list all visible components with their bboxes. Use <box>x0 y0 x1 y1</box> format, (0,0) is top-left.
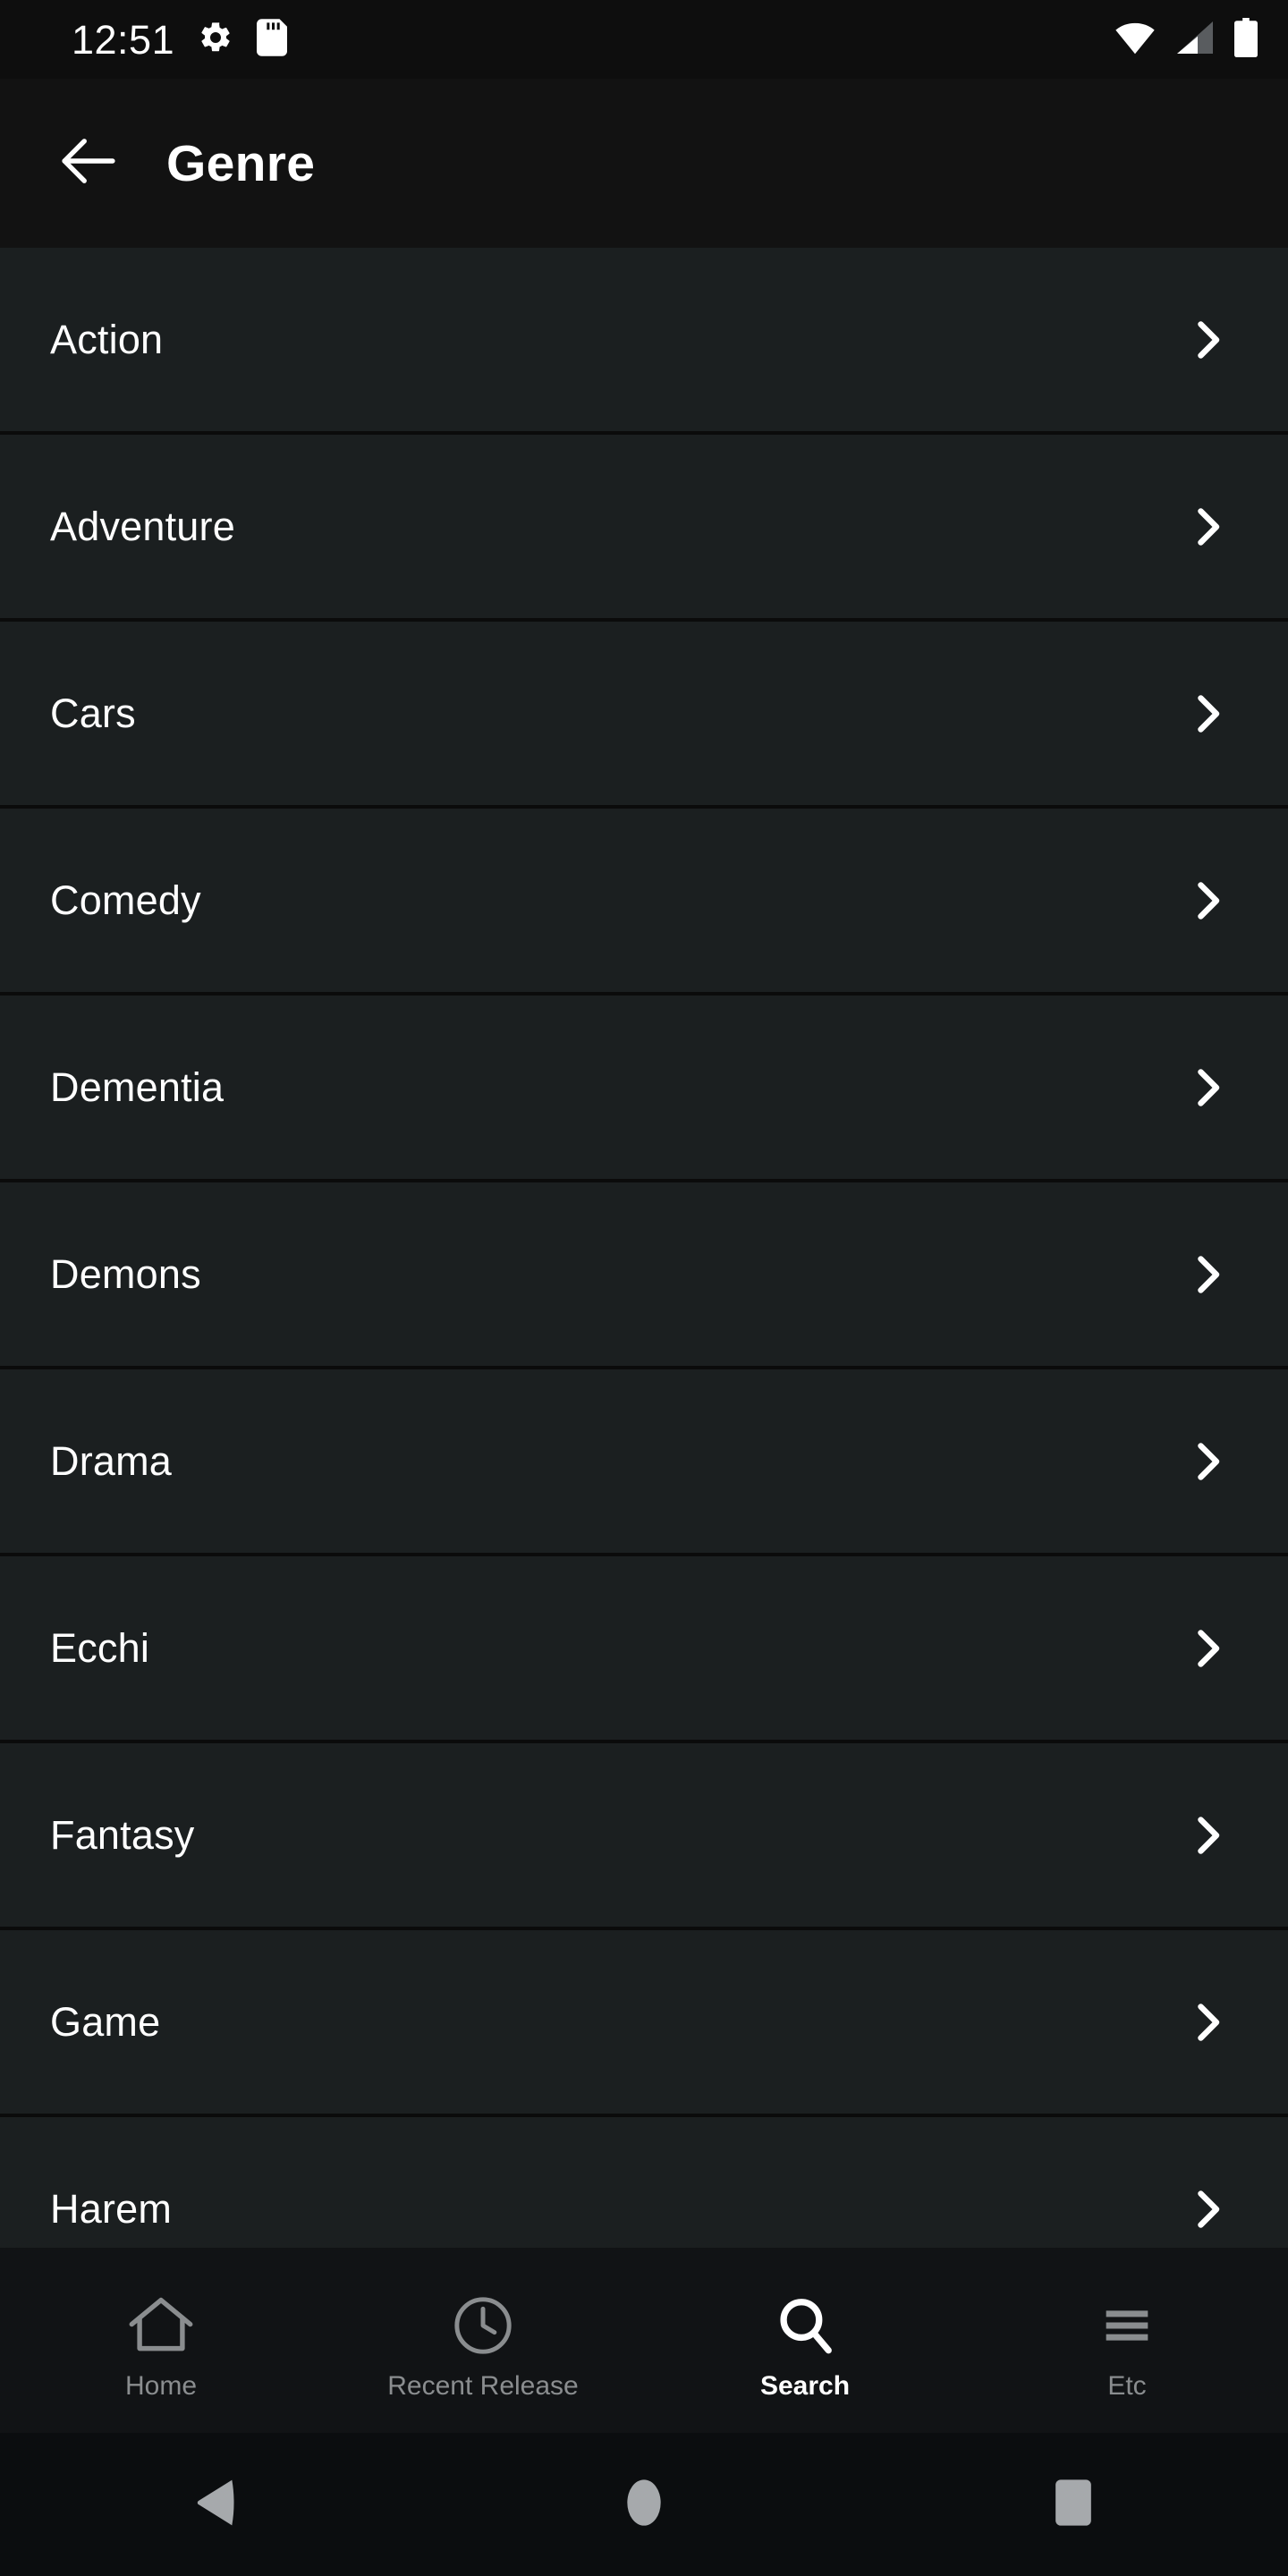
search-icon <box>774 2294 836 2360</box>
genre-label: Dementia <box>50 1063 225 1110</box>
chevron-right-icon <box>1181 1248 1234 1301</box>
chevron-right-icon <box>1181 2182 1234 2236</box>
genre-label: Demons <box>50 1250 201 1297</box>
genre-label: Ecchi <box>50 1624 150 1671</box>
nav-tab-label: Home <box>124 2370 198 2401</box>
gear-icon <box>198 20 233 60</box>
wifi-icon <box>1114 20 1156 60</box>
chevron-right-icon <box>1181 1622 1234 1675</box>
back-button[interactable] <box>21 97 156 231</box>
nav-tab-search[interactable]: Search <box>644 2248 966 2433</box>
genre-label: Fantasy <box>50 1811 195 1858</box>
genre-list-item-adventure[interactable]: Adventure <box>0 435 1288 622</box>
chevron-right-icon <box>1181 1996 1234 2049</box>
recents-square-icon <box>1054 2478 1093 2532</box>
genre-label: Comedy <box>50 877 201 923</box>
battery-icon <box>1234 17 1258 62</box>
chevron-right-icon <box>1181 1809 1234 1862</box>
genre-list-item-dementia[interactable]: Dementia <box>0 996 1288 1182</box>
genre-list-item-harem[interactable]: Harem <box>0 2117 1288 2248</box>
bottom-navigation-bar: Home Recent Release Search Etc <box>0 2248 1288 2433</box>
status-bar-left-group: 12:51 <box>72 16 288 63</box>
status-bar-right-group <box>1114 17 1258 62</box>
status-bar: 12:51 <box>0 0 1288 79</box>
genre-list-item-fantasy[interactable]: Fantasy <box>0 1743 1288 1930</box>
app-bar: Genre <box>0 79 1288 248</box>
genre-label: Game <box>50 1998 161 2045</box>
genre-list-item-ecchi[interactable]: Ecchi <box>0 1556 1288 1743</box>
chevron-right-icon <box>1181 874 1234 928</box>
nav-tab-label: Etc <box>1107 2370 1147 2401</box>
nav-tab-label: Search <box>759 2370 851 2401</box>
sd-card-icon <box>257 18 288 61</box>
nav-tab-home[interactable]: Home <box>0 2248 322 2433</box>
nav-tab-label: Recent Release <box>387 2370 579 2401</box>
genre-list-item-comedy[interactable]: Comedy <box>0 809 1288 996</box>
system-recents-button[interactable] <box>859 2433 1288 2576</box>
genre-list-item-action[interactable]: Action <box>0 248 1288 435</box>
back-triangle-icon <box>192 2477 237 2533</box>
genre-label: Harem <box>50 2185 173 2232</box>
home-circle-icon <box>624 2478 664 2532</box>
genre-label: Adventure <box>50 503 235 549</box>
system-home-button[interactable] <box>429 2433 859 2576</box>
chevron-right-icon <box>1181 1435 1234 1488</box>
chevron-right-icon <box>1181 500 1234 554</box>
arrow-left-icon <box>55 127 123 199</box>
system-navigation-bar <box>0 2433 1288 2576</box>
status-bar-clock: 12:51 <box>72 16 175 63</box>
genre-list-item-game[interactable]: Game <box>0 1930 1288 2117</box>
chevron-right-icon <box>1181 1061 1234 1114</box>
genre-list-item-drama[interactable]: Drama <box>0 1369 1288 1556</box>
nav-tab-recent-release[interactable]: Recent Release <box>322 2248 644 2433</box>
page-title: Genre <box>166 134 316 192</box>
genre-label: Cars <box>50 690 136 736</box>
clock-icon <box>452 2294 514 2360</box>
system-back-button[interactable] <box>0 2433 429 2576</box>
genre-list-item-demons[interactable]: Demons <box>0 1182 1288 1369</box>
nav-tab-etc[interactable]: Etc <box>966 2248 1288 2433</box>
chevron-right-icon <box>1181 313 1234 367</box>
chevron-right-icon <box>1181 687 1234 741</box>
genre-label: Drama <box>50 1437 173 1484</box>
hamburger-menu-icon <box>1096 2294 1158 2360</box>
phone-screen: 12:51 Genre Action Adventure Cars Comedy… <box>0 0 1288 2576</box>
genre-list-item-cars[interactable]: Cars <box>0 622 1288 809</box>
genre-list[interactable]: Action Adventure Cars Comedy Dementia De… <box>0 248 1288 2248</box>
home-icon <box>128 2294 194 2360</box>
cellular-signal-icon <box>1175 20 1215 60</box>
genre-label: Action <box>50 316 164 362</box>
